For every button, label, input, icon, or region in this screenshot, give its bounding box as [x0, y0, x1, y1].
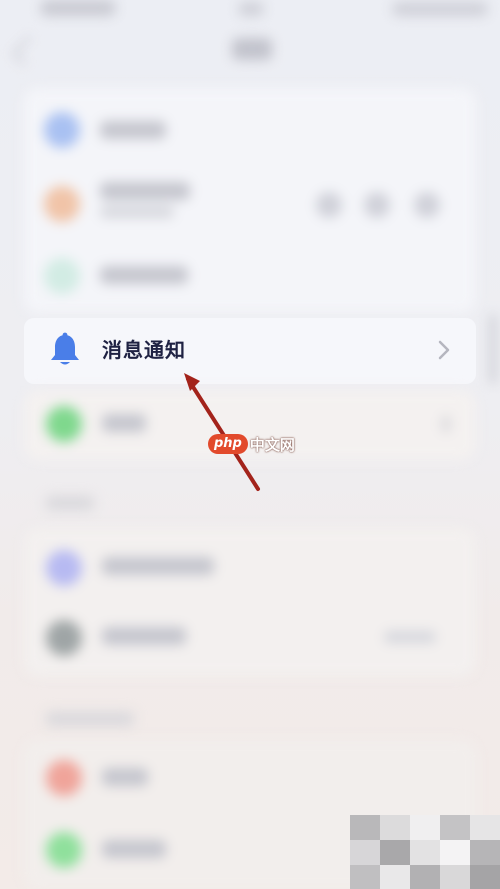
list-item-label: 消息通知 — [102, 338, 186, 362]
list-item-subtitle-blurred — [100, 206, 174, 218]
scrollbar[interactable] — [490, 314, 496, 384]
chevron-right-icon — [438, 340, 450, 360]
storage-icon — [46, 620, 82, 656]
list-item-blurred[interactable] — [100, 266, 188, 284]
watermark-text: 中文网 — [249, 435, 295, 454]
watermark: php 中文网 — [208, 432, 295, 456]
status-bar-time — [40, 0, 116, 16]
status-bar-indicators — [392, 2, 488, 16]
list-item-blurred[interactable] — [102, 557, 214, 575]
section-header-blurred — [46, 496, 94, 510]
privacy-icon — [44, 186, 80, 222]
list-item-blurred[interactable] — [100, 121, 166, 139]
mosaic-overlay — [350, 815, 500, 889]
settings-group-third — [24, 528, 476, 676]
app-icon — [46, 406, 82, 442]
status-bar-center — [238, 2, 264, 16]
list-item-blurred[interactable] — [100, 182, 190, 200]
page-title-blurred — [232, 38, 272, 60]
section-header-blurred — [46, 712, 134, 726]
account-icon — [44, 112, 80, 148]
list-item-blurred[interactable] — [102, 414, 146, 432]
general-icon — [44, 258, 80, 294]
settings-group-top — [24, 88, 476, 313]
list-item-value-blurred — [384, 631, 436, 643]
list-item-blurred[interactable] — [102, 627, 186, 645]
bell-icon — [51, 332, 79, 365]
status-dot-icon — [414, 192, 440, 218]
list-item-blurred[interactable] — [102, 840, 166, 858]
about-icon — [46, 832, 82, 868]
device-icon — [46, 550, 82, 586]
list-item-blurred[interactable] — [102, 768, 148, 786]
watermark-badge: php — [208, 434, 248, 454]
chevron-right-icon — [442, 416, 450, 432]
status-dot-icon — [364, 192, 390, 218]
help-icon — [46, 760, 82, 796]
back-chevron-icon[interactable] — [11, 35, 42, 66]
status-dot-icon — [316, 192, 342, 218]
